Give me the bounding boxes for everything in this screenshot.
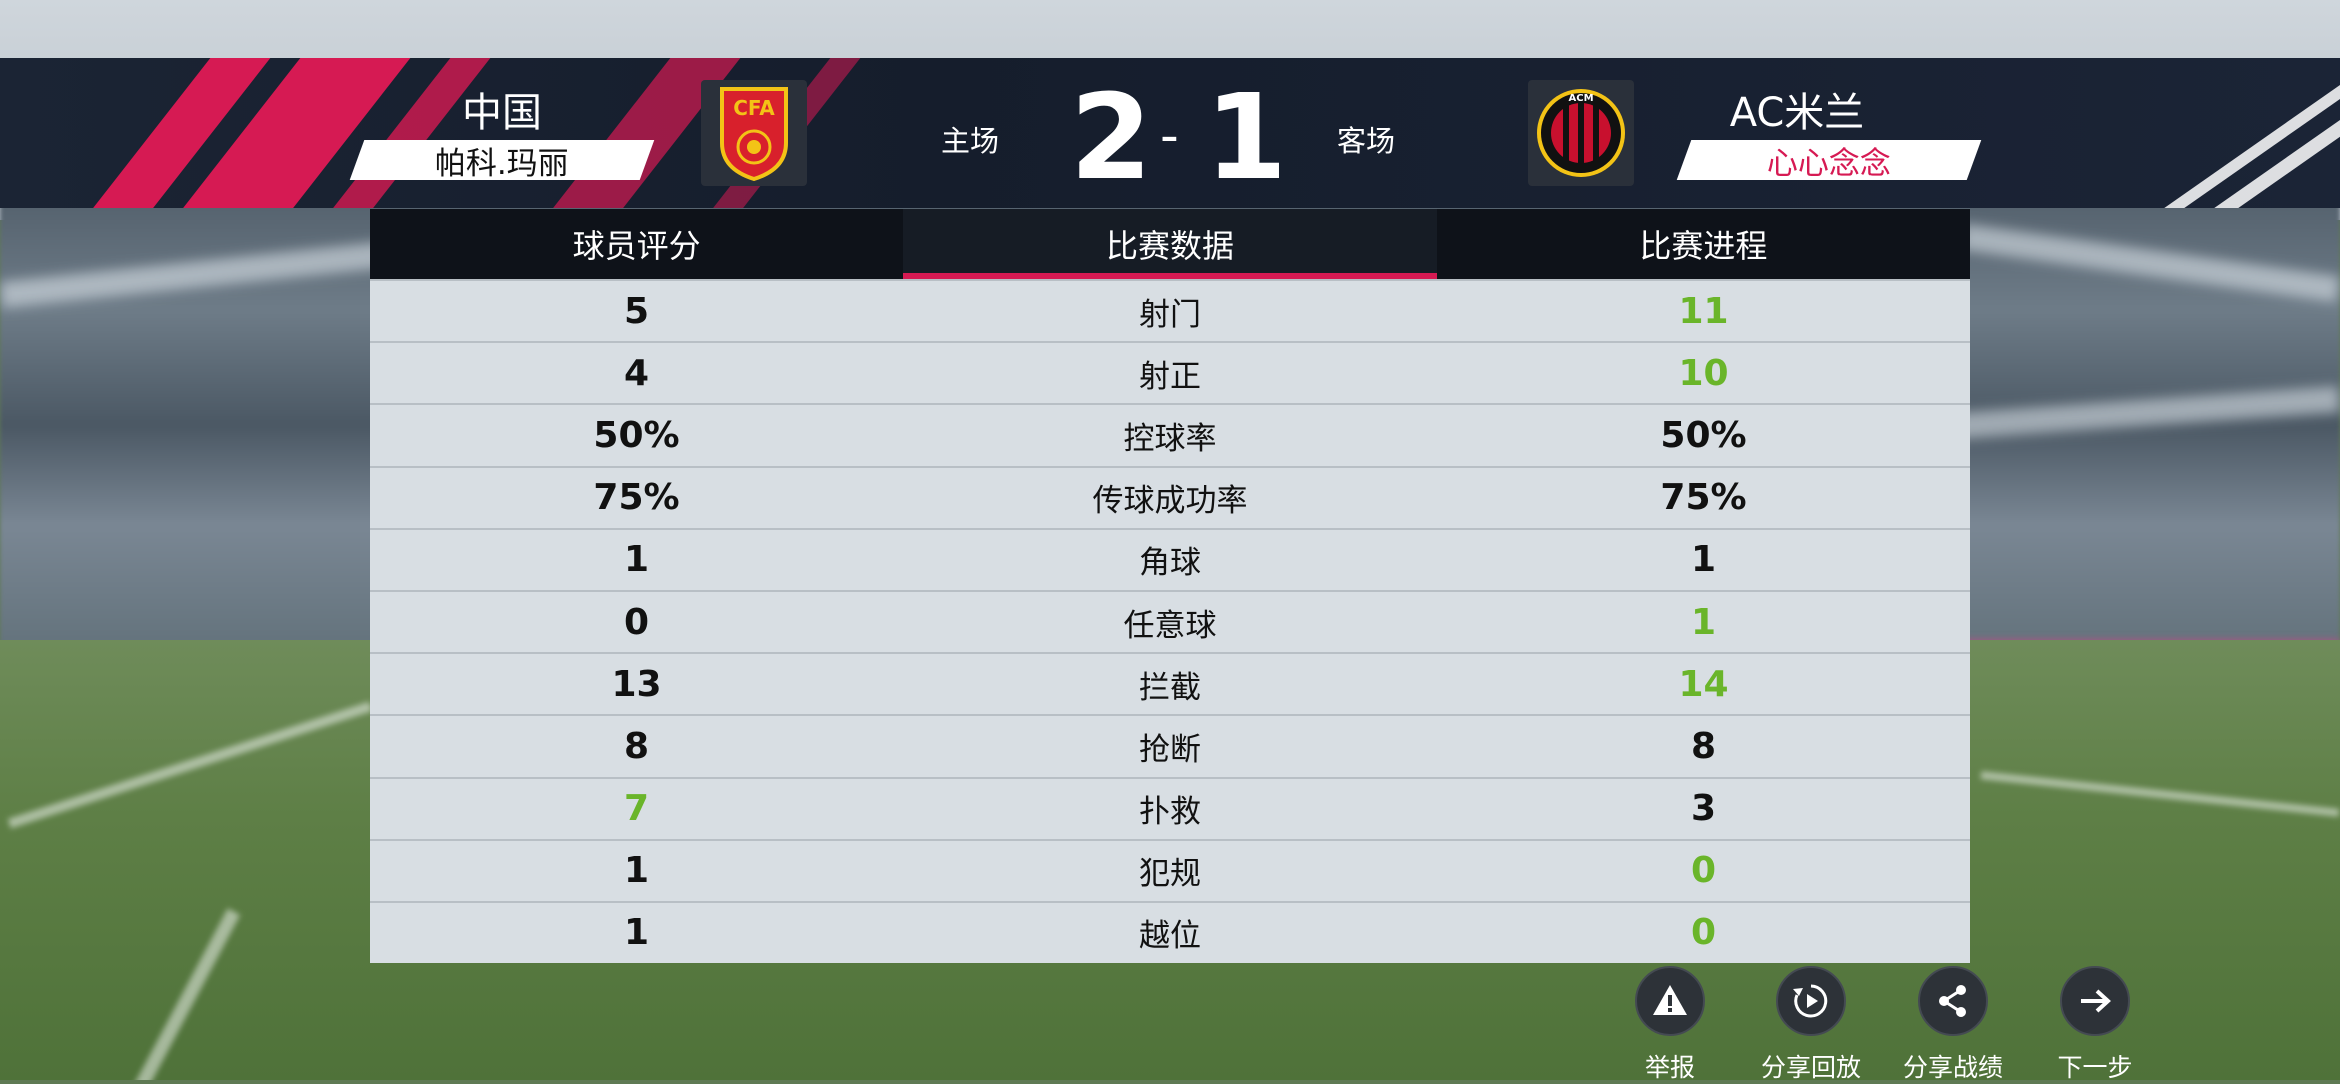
home-stat-value: 8 [623,725,650,767]
share-replay-button[interactable]: 分享回放 [1741,966,1881,1084]
home-player-tag: 帕科.玛丽 [349,140,655,182]
home-stat-value: 1 [623,912,650,954]
share-icon [1939,985,1966,1017]
stat-label: 传球成功率 [1092,483,1248,520]
share-replay-label: 分享回放 [1760,1053,1861,1082]
report-button[interactable]: 举报 [1600,966,1740,1084]
stat-row: 75% 传球成功率 75% [370,465,1970,528]
home-player-name: 帕科.玛丽 [435,145,569,182]
away-stat-value: 1 [1690,601,1717,643]
stat-label: 拦截 [1139,669,1201,706]
home-stat-value: 5 [623,290,650,332]
report-label: 举报 [1644,1053,1695,1082]
stat-label: 犯规 [1139,856,1201,893]
tab-label: 球员评分 [572,227,701,265]
stat-label: 扑救 [1139,794,1201,831]
stat-label: 任意球 [1123,607,1217,644]
home-team-name: 中国 [462,90,542,136]
home-side-label: 主场 [941,124,1000,158]
home-stat-value: 50% [593,414,680,456]
warning-icon [1653,985,1687,1015]
stat-label: 控球率 [1123,420,1217,457]
away-stat-value: 0 [1690,912,1717,954]
share-record-button[interactable]: 分享战绩 [1883,966,2023,1084]
stat-label: 射正 [1139,358,1201,395]
away-stat-value: 14 [1678,663,1729,705]
home-team-crest: CFA [701,80,807,186]
svg-text:ACM: ACM [1568,93,1593,104]
stat-row: 8 抢断 8 [370,714,1970,777]
stat-row: 4 射正 10 [370,341,1970,404]
stat-label: 射门 [1139,296,1201,333]
stat-row: 50% 控球率 50% [370,403,1970,466]
home-stat-value: 4 [623,352,650,394]
away-player-name: 心心念念 [1767,145,1891,182]
replay-icon [1793,984,1828,1018]
score-separator: - [1160,106,1179,166]
tab-bar: 球员评分 比赛数据 比赛进程 [370,209,1970,279]
away-stat-value: 8 [1690,725,1717,767]
stat-row: 1 越位 0 [370,900,1970,964]
away-team-name: AC米兰 [1729,90,1865,136]
home-stat-value: 75% [593,477,680,519]
home-stat-value: 0 [623,601,650,643]
away-stat-value: 1 [1690,539,1717,581]
tab-player-ratings[interactable]: 球员评分 [370,209,903,279]
stat-row: 5 射门 11 [370,279,1970,342]
away-player-tag: 心心念念 [1676,140,1982,182]
stat-row: 13 拦截 14 [370,652,1970,715]
stat-label: 越位 [1139,918,1201,955]
stats-table: 5 射门 11 4 射正 10 50% 控球率 50% 75% 传球成功率 75% 1 角球 1 0 任意球 1 1… [370,279,1970,964]
tab-match-progress[interactable]: 比赛进程 [1437,209,1970,279]
stat-label: 角球 [1139,545,1201,582]
away-score: 1 [1205,68,1288,206]
cfa-logo-icon: CFA [720,87,788,181]
tab-label: 比赛数据 [1105,227,1234,265]
share-record-label: 分享战绩 [1902,1053,2003,1082]
next-step-button[interactable]: 下一步 [2025,966,2165,1084]
stat-row: 1 犯规 0 [370,838,1970,901]
away-stat-value: 50% [1660,414,1747,456]
tab-match-stats[interactable]: 比赛数据 [903,209,1437,279]
away-stat-value: 0 [1690,850,1717,892]
arrow-right-icon [2081,989,2111,1013]
next-step-label: 下一步 [2057,1053,2133,1082]
home-stat-value: 7 [623,788,650,830]
stat-row: 1 角球 1 [370,527,1970,590]
away-side-label: 客场 [1337,124,1396,158]
stat-row: 7 扑救 3 [370,776,1970,839]
stat-row: 0 任意球 1 [370,589,1970,653]
away-stat-value: 11 [1678,290,1729,332]
away-stat-value: 10 [1678,352,1729,394]
away-stat-value: 3 [1690,788,1717,830]
home-stat-value: 1 [623,850,650,892]
tab-label: 比赛进程 [1639,227,1768,265]
match-stats-panel: 球员评分 比赛数据 比赛进程 5 射门 11 4 射正 10 50% 控球率 50% 75% 传球成… [370,209,1970,964]
home-score: 2 [1070,68,1153,206]
away-stat-value: 75% [1660,477,1747,519]
stat-label: 抢断 [1139,731,1201,768]
home-stat-value: 1 [623,539,650,581]
svg-text:CFA: CFA [733,96,775,120]
home-stat-value: 13 [611,663,662,705]
